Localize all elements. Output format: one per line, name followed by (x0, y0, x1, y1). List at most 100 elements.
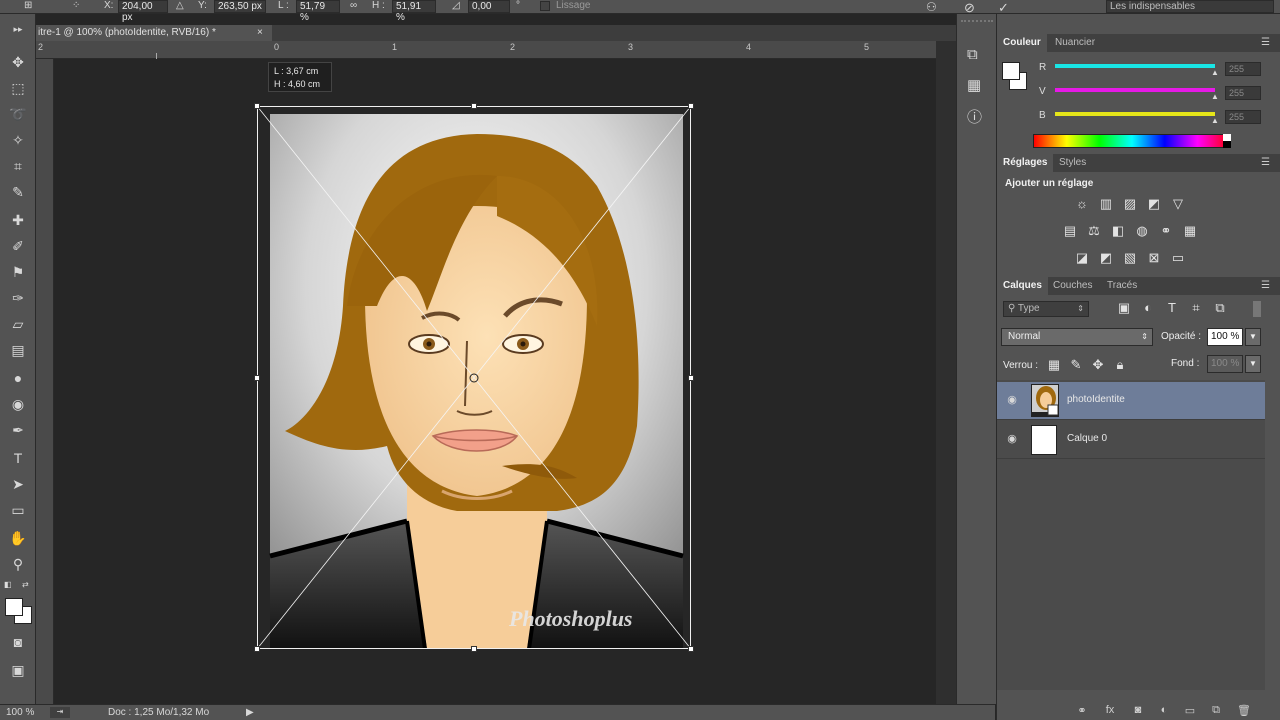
reference-point-icon[interactable]: ⁘ (72, 0, 80, 11)
fill-field[interactable]: 100 % (1207, 355, 1243, 373)
transform-handle-ml[interactable] (254, 375, 260, 381)
transform-handle-bc[interactable] (471, 646, 477, 652)
pen-tool-icon[interactable]: ✒ (8, 420, 28, 440)
collapse-icon[interactable]: ▸▸ (4, 24, 32, 34)
vertical-scrollbar[interactable] (936, 41, 956, 704)
selective-icon[interactable]: ⊠ (1145, 250, 1163, 266)
posterize-icon[interactable]: ◩ (1097, 250, 1115, 266)
vibrance-icon[interactable]: ▤ (1061, 223, 1079, 239)
exposure-icon[interactable]: ◩ (1145, 196, 1163, 212)
fill-dropdown-icon[interactable]: ▼ (1245, 355, 1261, 373)
brush-tool-icon[interactable]: ✐ (8, 236, 28, 256)
layer-name[interactable]: photoIdentite (1067, 394, 1125, 405)
height-field[interactable]: 51,91 % (392, 0, 436, 23)
channel-b-slider[interactable] (1055, 112, 1215, 116)
layer-row[interactable]: ◉ Calque 0 (997, 421, 1265, 459)
panel-menu-icon[interactable]: ☰ (1261, 157, 1270, 168)
shape-tool-icon[interactable]: ▭ (8, 500, 28, 520)
lasso-tool-icon[interactable]: ➰ (8, 104, 28, 124)
filter-adjust-icon[interactable]: ◐ (1139, 300, 1157, 316)
workspace-select[interactable]: Les indispensables (1106, 0, 1274, 13)
transform-handle-tr[interactable] (688, 103, 694, 109)
layer-row[interactable]: ◉ photoIdentite (997, 382, 1265, 420)
zoom-level[interactable]: 100 % (6, 707, 34, 718)
transform-handle-br[interactable] (688, 646, 694, 652)
curves-icon[interactable]: ▨ (1121, 196, 1139, 212)
zoom-tool-icon[interactable]: ⚲ (8, 554, 28, 574)
slider-caret-icon[interactable]: ▲ (1211, 92, 1219, 101)
new-adjustment-icon[interactable]: ◐ (1157, 704, 1171, 718)
transform-handle-tl[interactable] (254, 103, 260, 109)
transform-handle-mr[interactable] (688, 375, 694, 381)
spectrum-black[interactable] (1223, 141, 1231, 148)
eyedropper-icon[interactable]: ✎ (8, 182, 28, 202)
layer-name[interactable]: Calque 0 (1067, 433, 1107, 444)
close-tab-icon[interactable]: × (257, 25, 263, 41)
lookup-icon[interactable]: ▦ (1181, 223, 1199, 239)
stamp-tool-icon[interactable]: ⚑ (8, 262, 28, 282)
channel-r-slider[interactable] (1055, 64, 1215, 68)
filter-text-icon[interactable]: T (1163, 300, 1181, 316)
history-brush-icon[interactable]: ✑ (8, 288, 28, 308)
tab-couleur[interactable]: Couleur (997, 34, 1047, 52)
layer-filter-select[interactable]: ⚲ Type ⇕ (1003, 301, 1089, 317)
panel-menu-icon[interactable]: ☰ (1261, 280, 1270, 291)
brightness-icon[interactable]: ☼ (1073, 196, 1091, 212)
layer-style-icon[interactable]: fx (1103, 704, 1117, 718)
link-layers-icon[interactable]: ⚭ (1075, 704, 1089, 718)
tab-nuancier[interactable]: Nuancier (1049, 34, 1101, 52)
tab-reglages[interactable]: Réglages (997, 154, 1054, 172)
export-icon[interactable]: ⇥ (50, 707, 70, 718)
channel-v-field[interactable]: 255 (1225, 86, 1261, 100)
filter-image-icon[interactable]: ▣ (1115, 300, 1133, 316)
invert-icon[interactable]: ◪ (1073, 250, 1091, 266)
default-colors-icon[interactable]: ◧ (4, 580, 14, 590)
blur-tool-icon[interactable]: ● (8, 368, 28, 388)
tab-calques[interactable]: Calques (997, 277, 1048, 295)
channel-mixer-icon[interactable]: ⚭ (1157, 223, 1175, 239)
foreground-color-swatch[interactable] (5, 598, 23, 616)
filter-shape-icon[interactable]: ⌗ (1187, 300, 1205, 316)
crop-tool-icon[interactable]: ⌗ (8, 156, 28, 176)
smoothing-checkbox[interactable] (540, 1, 550, 11)
warp-icon[interactable]: ⚇ (926, 0, 937, 14)
transform-bounding-box[interactable] (257, 106, 691, 649)
new-group-icon[interactable]: ▭ (1183, 704, 1197, 718)
transform-handle-bl[interactable] (254, 646, 260, 652)
threshold-icon[interactable]: ▧ (1121, 250, 1139, 266)
spectrum-white[interactable] (1223, 134, 1231, 141)
photo-filter-icon[interactable]: ◍ (1133, 223, 1151, 239)
panel-menu-icon[interactable]: ☰ (1261, 37, 1270, 48)
new-layer-icon[interactable]: ⧉ (1209, 704, 1223, 718)
dodge-tool-icon[interactable]: ◉ (8, 394, 28, 414)
color-spectrum[interactable] (1033, 134, 1231, 148)
path-selection-icon[interactable]: ➤ (8, 474, 28, 494)
status-menu-arrow-icon[interactable]: ▶ (246, 707, 254, 718)
color-fg-swatch[interactable] (1002, 62, 1020, 80)
gradient-map-icon[interactable]: ▭ (1169, 250, 1187, 266)
quick-mask-icon[interactable]: ◙ (8, 632, 28, 652)
blend-mode-select[interactable]: Normal ⇕ (1001, 328, 1153, 346)
transform-handle-tc[interactable] (471, 103, 477, 109)
tab-styles[interactable]: Styles (1053, 154, 1092, 172)
history-panel-icon[interactable]: ⧉ (967, 46, 978, 63)
channel-v-slider[interactable] (1055, 88, 1215, 92)
lock-position-icon[interactable]: ✥ (1089, 357, 1107, 373)
width-field[interactable]: 51,79 % (296, 0, 340, 23)
lock-pixels-icon[interactable]: ✎ (1067, 357, 1085, 373)
text-tool-icon[interactable]: T (8, 448, 28, 468)
delete-layer-icon[interactable]: 🗑︎ (1237, 704, 1251, 718)
lock-transparency-icon[interactable]: ▦ (1045, 357, 1063, 373)
opacity-dropdown-icon[interactable]: ▼ (1245, 328, 1261, 346)
swap-colors-icon[interactable]: ⇄ (22, 580, 32, 590)
opacity-field[interactable]: 100 % (1207, 328, 1243, 346)
tab-couches[interactable]: Couches (1047, 277, 1098, 295)
properties-panel-icon[interactable]: ▦ (967, 76, 981, 94)
tab-traces[interactable]: Tracés (1101, 277, 1143, 295)
transform-tool-icon[interactable]: ⊞ (24, 0, 32, 11)
gradient-triangle-icon[interactable]: ▽ (1169, 196, 1187, 212)
angle-field[interactable]: 0,00 (468, 0, 510, 13)
filter-toggle[interactable] (1253, 301, 1261, 317)
screen-mode-icon[interactable]: ▣ (8, 660, 28, 680)
document-tab[interactable]: itre-1 @ 100% (photoIdentite, RVB/16) * … (36, 25, 272, 41)
